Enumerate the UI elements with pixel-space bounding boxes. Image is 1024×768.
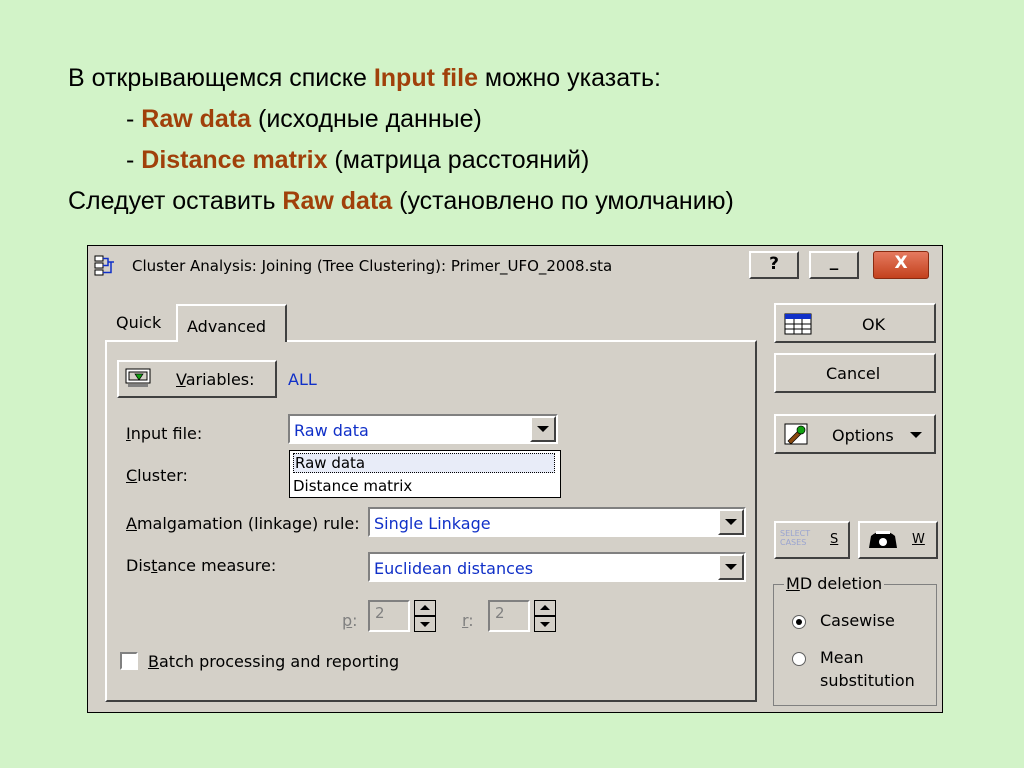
options-button[interactable]: Options	[774, 414, 936, 454]
r-label: r:	[462, 611, 474, 630]
variables-label: Variables:	[176, 370, 255, 389]
p-label: p:	[342, 611, 358, 630]
chevron-down-icon[interactable]	[530, 416, 556, 442]
minimize-button[interactable]: _	[809, 251, 859, 279]
close-icon: X	[894, 253, 908, 273]
input-file-select[interactable]: Raw data	[288, 414, 558, 444]
chevron-up-icon[interactable]	[414, 600, 436, 616]
p-stepper[interactable]: 2	[368, 600, 438, 632]
slide-line-1: В открывающемся списке Input file можно …	[68, 58, 734, 99]
cancel-label: Cancel	[826, 364, 881, 383]
text: (матрица расстояний)	[327, 146, 590, 174]
text: Следует оставить	[68, 187, 283, 215]
chevron-down-icon[interactable]	[414, 616, 436, 632]
tree-diagram-icon	[94, 255, 114, 276]
ok-label: OK	[862, 315, 886, 334]
dropdown-option-distance-matrix[interactable]: Distance matrix	[293, 477, 412, 495]
chevron-down-icon[interactable]	[718, 554, 744, 580]
batch-processing-checkbox[interactable]	[120, 652, 138, 670]
batch-processing-label[interactable]: Batch processing and reporting	[148, 652, 399, 671]
selected-value: Raw data	[294, 421, 369, 440]
dropdown-option-raw-data[interactable]: Raw data	[293, 453, 555, 473]
help-icon: ?	[769, 254, 779, 274]
r-input[interactable]: 2	[488, 600, 530, 632]
options-icon	[784, 423, 808, 445]
selected-value: Single Linkage	[374, 514, 491, 533]
variables-button[interactable]: Variables:	[117, 360, 277, 398]
w-label: W	[912, 532, 925, 547]
close-button[interactable]: X	[873, 251, 929, 279]
casewise-label[interactable]: Casewise	[820, 609, 895, 632]
weight-icon	[869, 531, 897, 548]
options-label: Options	[832, 426, 894, 445]
chevron-down-icon	[910, 432, 922, 438]
casewise-radio[interactable]	[792, 615, 806, 629]
title-bar[interactable]: Cluster Analysis: Joining (Tree Clusteri…	[88, 246, 942, 286]
cluster-label: Cluster:	[126, 466, 188, 485]
chevron-down-icon[interactable]	[534, 616, 556, 632]
tab-advanced[interactable]: Advanced	[176, 304, 287, 342]
mean-substitution-radio[interactable]	[792, 652, 806, 666]
amalgamation-select[interactable]: Single Linkage	[368, 507, 746, 537]
s-label: S	[830, 532, 839, 547]
text: (исходные данные)	[251, 105, 482, 133]
slide-line-3: - Distance matrix (матрица расстояний)	[68, 140, 734, 181]
highlight-raw-data: Raw data	[282, 187, 393, 215]
select-cases-icon: SELECT CASES	[780, 529, 811, 547]
text: -	[126, 146, 142, 174]
chevron-up-icon[interactable]	[534, 600, 556, 616]
slide-line-2: - Raw data (исходные данные)	[68, 99, 734, 140]
cluster-analysis-dialog: Cluster Analysis: Joining (Tree Clusteri…	[87, 245, 943, 713]
r-stepper[interactable]: 2	[488, 600, 558, 632]
text: -	[126, 105, 142, 133]
highlight-raw-data: Raw data	[141, 105, 252, 133]
input-file-dropdown-list: Raw data Distance matrix	[289, 450, 561, 498]
selected-value: Euclidean distances	[374, 559, 534, 578]
select-cases-button[interactable]: SELECT CASES S	[774, 521, 850, 559]
mean-substitution-line-1: Mean	[820, 648, 864, 667]
text: можно указать:	[477, 64, 661, 92]
tab-quick[interactable]: Quick	[116, 313, 161, 332]
chevron-down-icon[interactable]	[718, 509, 744, 535]
highlight-input-file: Input file	[373, 64, 478, 92]
variables-value: ALL	[288, 370, 317, 389]
distance-measure-select[interactable]: Euclidean distances	[368, 552, 746, 582]
highlight-distance-matrix: Distance matrix	[141, 146, 328, 174]
cancel-button[interactable]: Cancel	[774, 353, 936, 393]
slide-text: В открывающемся списке Input file можно …	[68, 58, 734, 222]
spreadsheet-icon	[784, 313, 812, 335]
md-deletion-title: MD deletion	[784, 574, 885, 593]
input-file-label: Input file:	[126, 424, 203, 443]
variables-icon	[125, 368, 151, 387]
mean-substitution-label[interactable]: Mean substitution	[820, 646, 915, 692]
distance-measure-label: Distance measure:	[126, 556, 277, 575]
weight-button[interactable]: W	[858, 521, 938, 559]
text: (установлено по умолчанию)	[392, 187, 734, 215]
window-title: Cluster Analysis: Joining (Tree Clusteri…	[132, 257, 613, 275]
help-button[interactable]: ?	[749, 251, 799, 279]
text: В открывающемся списке	[68, 64, 374, 92]
slide-line-4: Следует оставить Raw data (установлено п…	[68, 181, 734, 222]
minimize-icon: _	[829, 251, 839, 271]
md-deletion-group: MD deletion Casewise Mean substitution	[773, 574, 937, 706]
tab-label: Advanced	[187, 317, 267, 336]
ok-button[interactable]: OK	[774, 303, 936, 343]
p-input[interactable]: 2	[368, 600, 410, 632]
amalgamation-label: Amalgamation (linkage) rule:	[126, 514, 360, 533]
mean-substitution-line-2: substitution	[820, 671, 915, 690]
